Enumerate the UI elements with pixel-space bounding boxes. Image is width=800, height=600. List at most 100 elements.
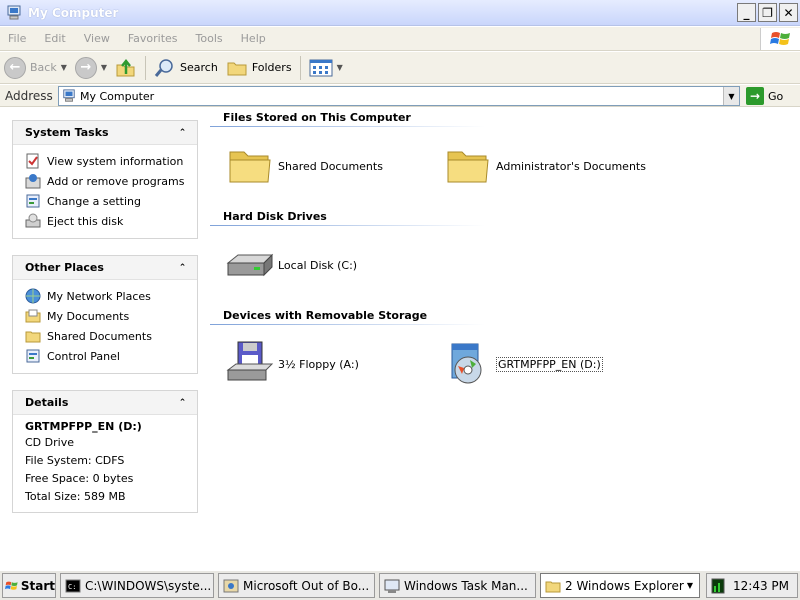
floppy-a-item[interactable]: 3½ Floppy (A:) xyxy=(226,340,359,388)
link-label: My Documents xyxy=(47,309,130,323)
taskbar: Start C: C:\WINDOWS\syste... Microsoft O… xyxy=(0,570,800,600)
network-globe-icon xyxy=(25,288,41,304)
taskbar-item-task-manager[interactable]: Windows Task Man... xyxy=(379,573,536,598)
add-remove-programs-icon xyxy=(25,174,41,189)
start-button[interactable]: Start xyxy=(2,573,56,598)
clock[interactable]: 12:43 PM xyxy=(733,579,789,593)
view-system-information-link[interactable]: View system information xyxy=(25,151,197,171)
taskbar-item-command-prompt[interactable]: C: C:\WINDOWS\syste... xyxy=(60,573,214,598)
back-label: Back xyxy=(30,61,57,74)
go-button[interactable]: → Go xyxy=(746,86,783,106)
details-free-space: Free Space: 0 bytes xyxy=(25,472,134,485)
my-documents-icon xyxy=(25,309,41,323)
search-button[interactable]: Search xyxy=(150,54,222,82)
eject-disk-link[interactable]: Eject this disk xyxy=(25,211,197,231)
shared-documents-link[interactable]: Shared Documents xyxy=(25,326,197,346)
cd-drive-d-item[interactable]: GRTMPFPP_EN (D:) xyxy=(444,340,603,388)
details-item-type: CD Drive xyxy=(25,436,74,449)
folders-button[interactable]: Folders xyxy=(222,54,296,82)
add-remove-programs-link[interactable]: Add or remove programs xyxy=(25,171,197,191)
group-divider xyxy=(210,324,485,325)
my-computer-icon xyxy=(63,89,75,102)
back-arrow-icon: ← xyxy=(4,56,26,79)
group-header: Devices with Removable Storage xyxy=(223,309,428,322)
menu-favorites[interactable]: Favorites xyxy=(119,32,187,45)
system-tasks-header[interactable]: System Tasks ⌃ xyxy=(13,121,197,145)
toolbar-separator xyxy=(299,55,301,80)
address-input[interactable]: My Computer ▼ xyxy=(58,86,740,106)
system-tray: 12:43 PM xyxy=(706,573,798,598)
views-button[interactable]: ▼ xyxy=(305,54,347,82)
details-title: Details xyxy=(25,396,69,409)
restore-button[interactable]: ❐ xyxy=(758,3,777,22)
collapse-chevron-icon[interactable]: ⌃ xyxy=(176,126,189,139)
my-documents-link[interactable]: My Documents xyxy=(25,306,197,326)
link-label: Eject this disk xyxy=(47,214,124,228)
system-info-icon xyxy=(26,153,39,169)
task-label: C:\WINDOWS\syste... xyxy=(85,578,212,593)
task-manager-tray-icon[interactable] xyxy=(711,578,725,594)
file-view: Files Stored on This Computer Shared Doc… xyxy=(208,108,800,567)
task-label: Windows Task Man... xyxy=(404,578,528,593)
close-button[interactable]: ✕ xyxy=(779,3,798,22)
forward-button[interactable]: → ▼ xyxy=(71,54,111,82)
start-label: Start xyxy=(20,578,55,593)
link-label: Add or remove programs xyxy=(47,174,185,188)
task-manager-icon xyxy=(384,579,400,593)
eject-icon xyxy=(25,213,41,228)
address-dropdown-icon[interactable]: ▼ xyxy=(723,87,739,105)
item-label: GRTMPFPP_EN (D:) xyxy=(496,356,603,372)
my-network-places-link[interactable]: My Network Places xyxy=(25,286,197,306)
cd-drive-icon xyxy=(451,343,482,384)
item-label: Administrator's Documents xyxy=(496,159,646,173)
link-label: Control Panel xyxy=(47,349,120,363)
menu-file[interactable]: File xyxy=(0,32,35,45)
forward-arrow-icon: → xyxy=(74,56,97,79)
details-file-system: File System: CDFS xyxy=(25,454,125,467)
task-label: Microsoft Out of Bo... xyxy=(243,578,370,593)
details-header[interactable]: Details ⌃ xyxy=(13,391,197,415)
other-places-title: Other Places xyxy=(25,261,104,274)
other-places-panel: Other Places ⌃ My Network Places My Docu… xyxy=(12,255,198,374)
task-pane: System Tasks ⌃ View system information A… xyxy=(0,108,208,567)
local-disk-c-item[interactable]: Local Disk (C:) xyxy=(226,241,357,289)
back-dropdown-icon[interactable]: ▼ xyxy=(61,63,67,72)
link-label: My Network Places xyxy=(47,289,151,303)
minimize-button[interactable]: _ xyxy=(737,3,756,22)
menu-help[interactable]: Help xyxy=(232,32,275,45)
folder-icon xyxy=(447,151,489,183)
windows-logo-icon xyxy=(5,581,18,590)
windows-logo-icon xyxy=(760,28,800,50)
menu-edit[interactable]: Edit xyxy=(35,32,74,45)
views-dropdown-icon: ▼ xyxy=(336,63,343,72)
views-icon xyxy=(309,59,333,76)
title-bar: My Computer _ ❐ ✕ xyxy=(0,0,800,26)
search-label: Search xyxy=(180,61,218,74)
task-label: 2 Windows Explorer xyxy=(565,578,684,593)
shared-documents-item[interactable]: Shared Documents xyxy=(226,142,383,190)
link-label: Change a setting xyxy=(47,194,141,208)
task-group-dropdown-icon: ▼ xyxy=(686,581,693,590)
go-label: Go xyxy=(768,89,784,103)
link-label: Shared Documents xyxy=(47,329,152,343)
taskbar-item-oobe[interactable]: Microsoft Out of Bo... xyxy=(218,573,375,598)
control-panel-link[interactable]: Control Panel xyxy=(25,346,197,366)
menu-tools[interactable]: Tools xyxy=(187,32,232,45)
command-prompt-icon: C: xyxy=(65,579,81,592)
group-header: Hard Disk Drives xyxy=(223,210,327,223)
control-panel-icon xyxy=(26,194,40,208)
toolbar: ← Back ▼ → ▼ Search Folders ▼ xyxy=(0,52,800,84)
administrators-documents-item[interactable]: Administrator's Documents xyxy=(444,142,646,190)
group-header: Files Stored on This Computer xyxy=(223,111,411,124)
collapse-chevron-icon[interactable]: ⌃ xyxy=(176,261,189,274)
change-setting-link[interactable]: Change a setting xyxy=(25,191,197,211)
back-button[interactable]: ← Back ▼ xyxy=(0,54,71,82)
menu-view[interactable]: View xyxy=(75,32,119,45)
taskbar-item-windows-explorer[interactable]: 2 Windows Explorer ▼ xyxy=(540,573,700,598)
collapse-chevron-icon[interactable]: ⌃ xyxy=(176,396,189,409)
go-arrow-icon: → xyxy=(746,87,764,105)
other-places-header[interactable]: Other Places ⌃ xyxy=(13,256,197,280)
up-folder-icon xyxy=(116,58,135,76)
up-folder-button[interactable] xyxy=(111,54,141,82)
forward-dropdown-icon[interactable]: ▼ xyxy=(101,63,107,72)
